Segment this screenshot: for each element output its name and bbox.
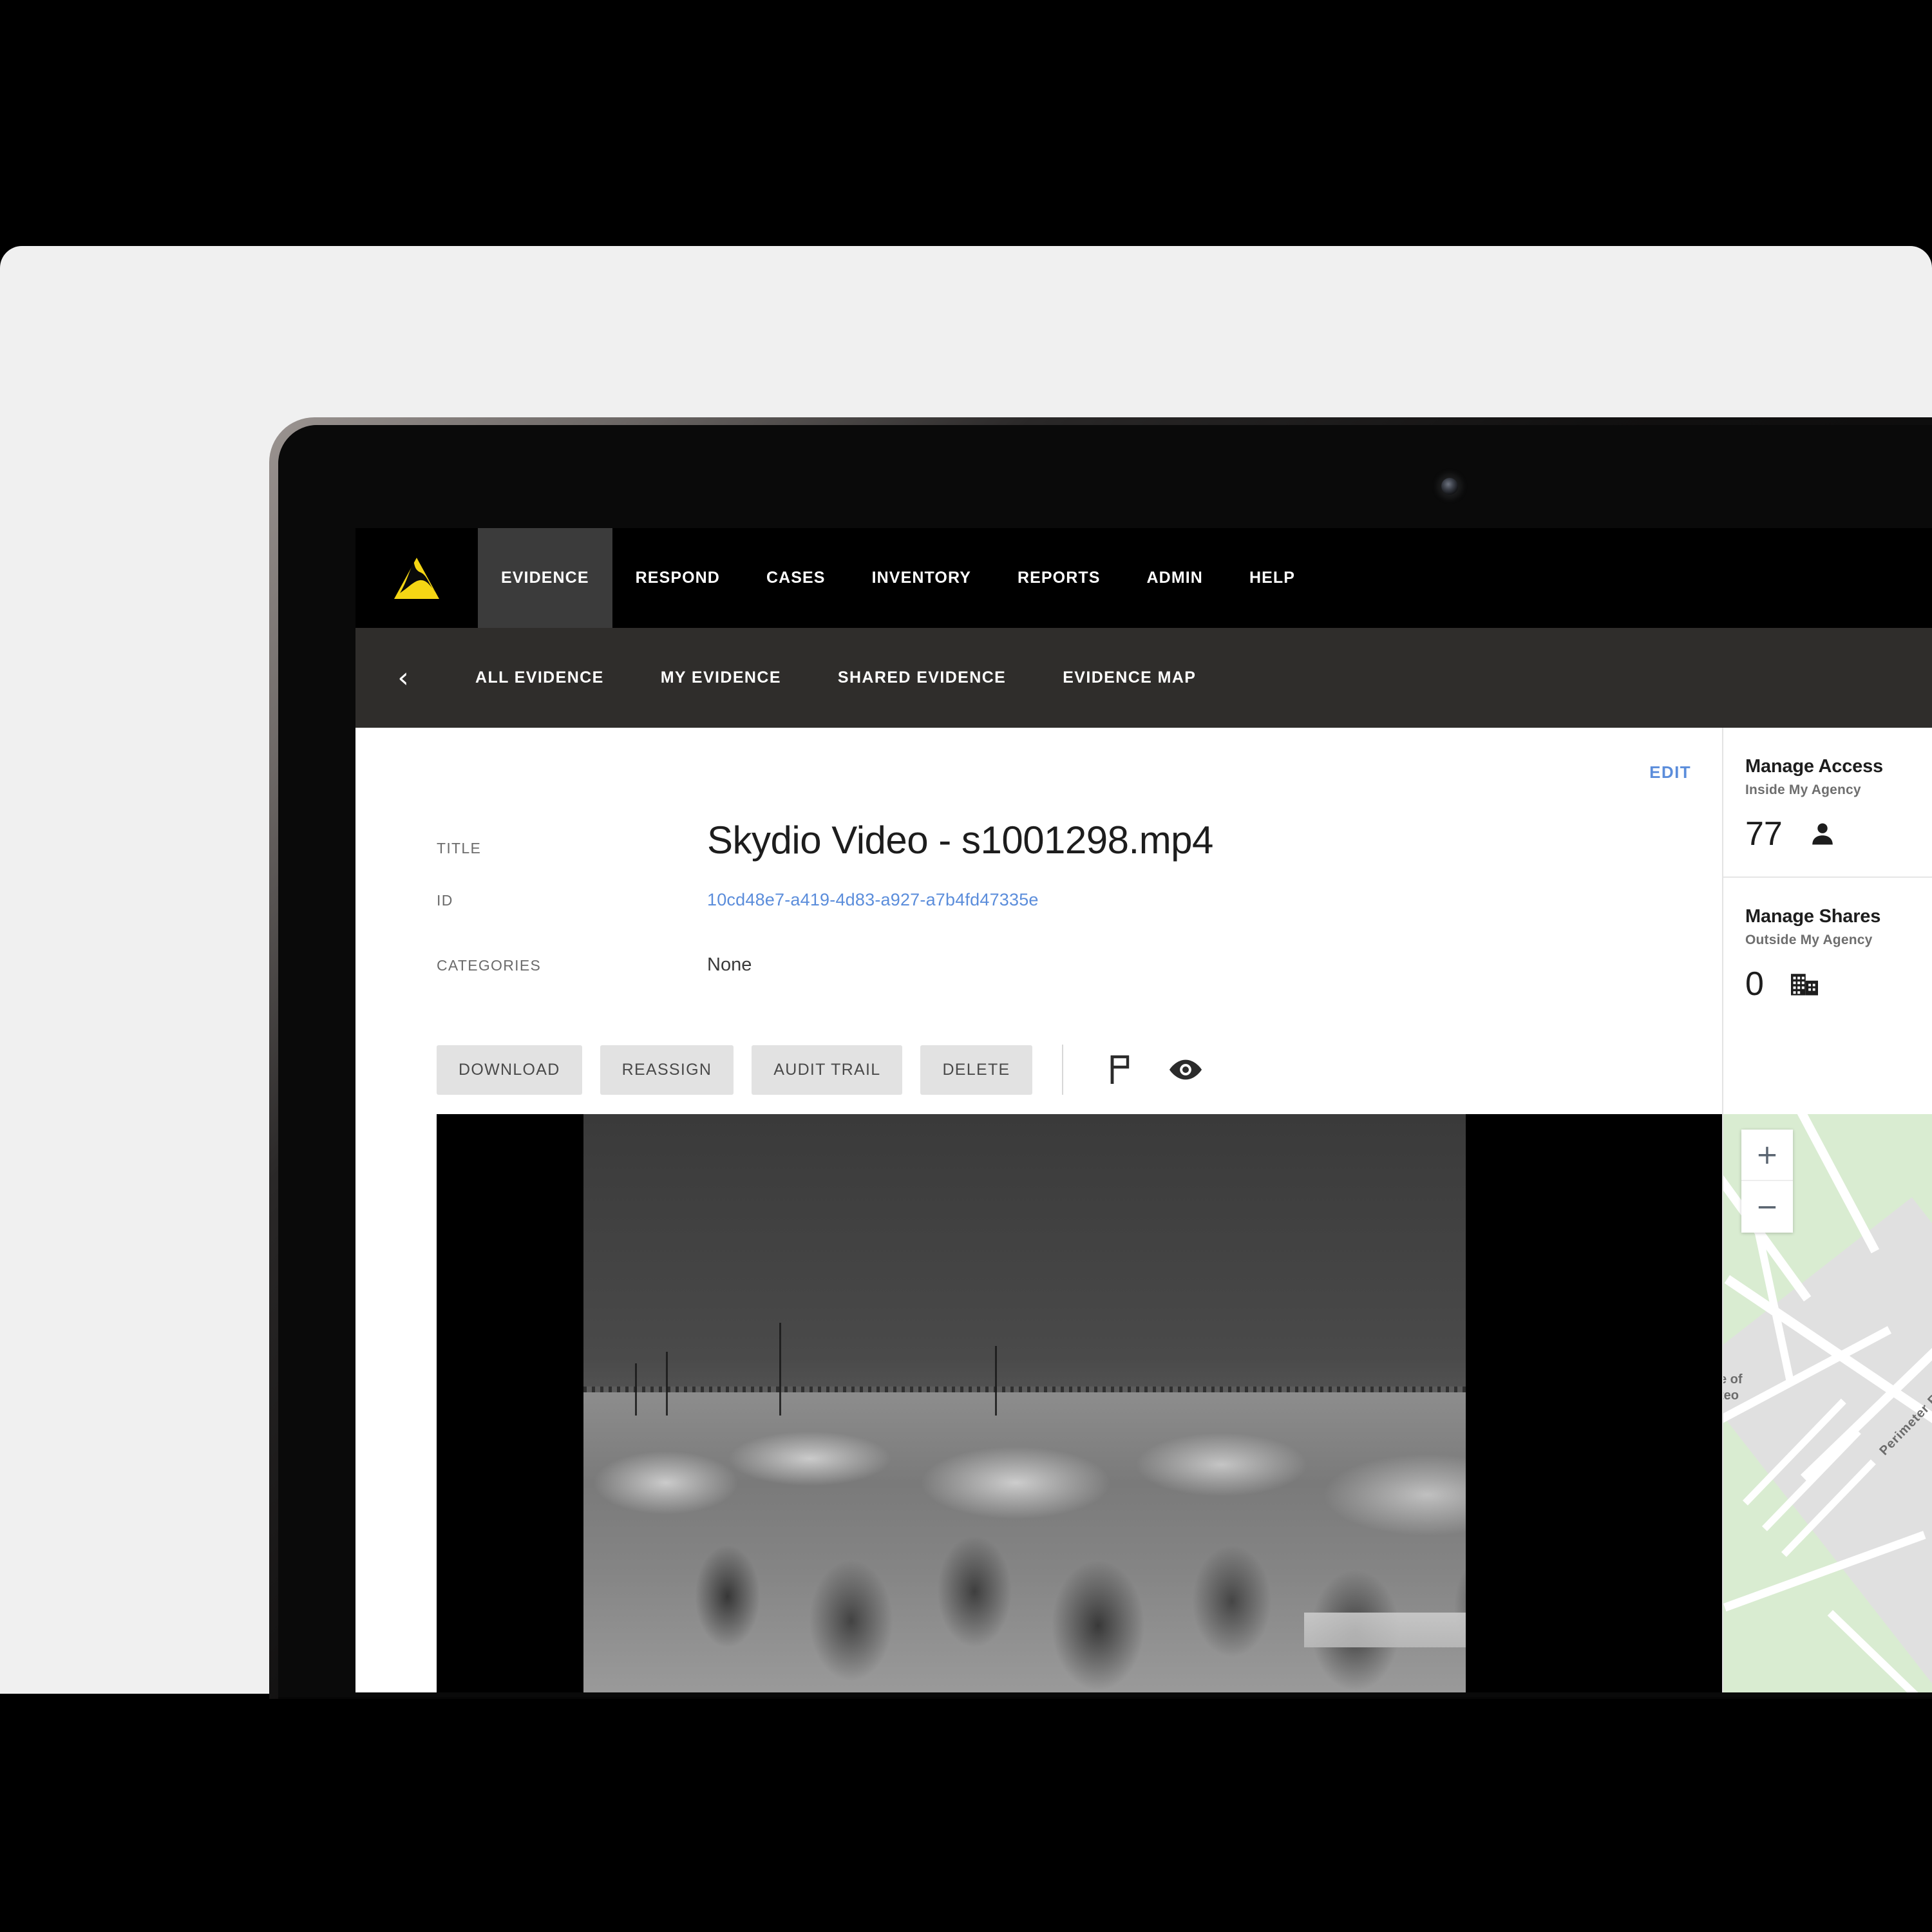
- manage-access-block[interactable]: Manage Access Inside My Agency 77: [1723, 728, 1932, 876]
- flag-icon[interactable]: [1098, 1046, 1144, 1093]
- page-title: Skydio Video - s1001298.mp4: [707, 819, 1213, 862]
- nav-label: REPORTS: [1017, 569, 1101, 587]
- metadata-row-id: ID 10cd48e7-a419-4d83-a927-a7b4fd47335e: [437, 890, 1722, 954]
- map-zoom-in-button[interactable]: +: [1741, 1130, 1793, 1181]
- reassign-button[interactable]: REASSIGN: [600, 1045, 734, 1095]
- subnav-item-evidence-map[interactable]: EVIDENCE MAP: [1034, 668, 1224, 687]
- video-player[interactable]: [437, 1114, 1725, 1692]
- map-zoom-controls: + −: [1741, 1130, 1793, 1233]
- location-map[interactable]: + − e ofteo Perimeter Rd: [1723, 1114, 1932, 1692]
- field-label: CATEGORIES: [437, 957, 542, 974]
- content-area: EDIT TITLE Skydio Video - s1001298.mp4 I…: [355, 728, 1932, 1692]
- secondary-navbar: ‹ ALL EVIDENCE MY EVIDENCE SHARED EVIDEN…: [355, 628, 1932, 728]
- access-sidebar: Manage Access Inside My Agency 77 Manage…: [1722, 728, 1932, 1692]
- audit-trail-button[interactable]: AUDIT TRAIL: [752, 1045, 903, 1095]
- manage-access-title: Manage Access: [1745, 756, 1883, 777]
- delete-button[interactable]: DELETE: [920, 1045, 1032, 1095]
- brand-logo-cell[interactable]: [355, 528, 478, 628]
- toolbar-divider: [1061, 1045, 1063, 1095]
- nav-item-evidence[interactable]: EVIDENCE: [478, 528, 612, 628]
- axon-triangle-logo-icon: [392, 556, 442, 601]
- action-toolbar: DOWNLOAD REASSIGN AUDIT TRAIL DELETE: [355, 1045, 1722, 1095]
- subnav-label: ALL EVIDENCE: [475, 668, 604, 687]
- nav-label: HELP: [1249, 569, 1296, 587]
- video-mast: [995, 1346, 998, 1416]
- field-label: TITLE: [437, 840, 482, 857]
- video-treeline: [583, 1450, 1613, 1692]
- manage-shares-block[interactable]: Manage Shares Outside My Agency 0: [1723, 876, 1932, 1027]
- subnav-label: EVIDENCE MAP: [1063, 668, 1197, 687]
- metadata-list: TITLE Skydio Video - s1001298.mp4 ID 10c…: [355, 728, 1722, 1016]
- subnav-item-all-evidence[interactable]: ALL EVIDENCE: [447, 668, 632, 687]
- nav-label: ADMIN: [1146, 569, 1203, 587]
- video-mast: [634, 1363, 637, 1416]
- manage-shares-count-row: 0: [1745, 965, 1932, 1003]
- manage-shares-subtitle: Outside My Agency: [1745, 933, 1873, 947]
- manage-access-subtitle: Inside My Agency: [1745, 782, 1861, 797]
- eye-icon[interactable]: [1162, 1046, 1209, 1093]
- nav-item-respond[interactable]: RESPOND: [612, 528, 743, 628]
- nav-item-admin[interactable]: ADMIN: [1124, 528, 1226, 628]
- nav-item-reports[interactable]: REPORTS: [994, 528, 1124, 628]
- subnav-item-my-evidence[interactable]: MY EVIDENCE: [632, 668, 810, 687]
- map-road: [1792, 1114, 1880, 1254]
- map-label-college: e ofteo: [1723, 1372, 1743, 1403]
- screen: EVIDENCE RESPOND CASES INVENTORY REPORTS…: [355, 528, 1932, 1692]
- nav-label: RESPOND: [635, 569, 720, 587]
- webcam-icon: [1441, 478, 1458, 495]
- manage-shares-count: 0: [1745, 965, 1764, 1003]
- nav-label: EVIDENCE: [501, 569, 589, 587]
- video-mast: [665, 1352, 668, 1416]
- detail-main-column: EDIT TITLE Skydio Video - s1001298.mp4 I…: [355, 728, 1725, 1692]
- photo-canvas: EVIDENCE RESPOND CASES INVENTORY REPORTS…: [0, 0, 1932, 1932]
- nav-item-help[interactable]: HELP: [1226, 528, 1318, 628]
- categories-value: None: [707, 954, 752, 975]
- nav-item-inventory[interactable]: INVENTORY: [849, 528, 994, 628]
- building-icon: [1790, 969, 1819, 999]
- evidence-id-link[interactable]: 10cd48e7-a419-4d83-a927-a7b4fd47335e: [707, 890, 1039, 910]
- video-frame: [583, 1114, 1613, 1692]
- metadata-row-categories: CATEGORIES None: [437, 954, 1722, 1016]
- chevron-left-icon[interactable]: ‹: [384, 659, 422, 697]
- nav-item-cases[interactable]: CASES: [743, 528, 849, 628]
- map-zoom-out-button[interactable]: −: [1741, 1181, 1793, 1233]
- download-button[interactable]: DOWNLOAD: [437, 1045, 582, 1095]
- nav-label: CASES: [766, 569, 826, 587]
- video-mast: [779, 1323, 781, 1416]
- subnav-label: SHARED EVIDENCE: [837, 668, 1007, 687]
- subnav-item-shared-evidence[interactable]: SHARED EVIDENCE: [810, 668, 1034, 687]
- field-label: ID: [437, 892, 453, 909]
- manage-shares-title: Manage Shares: [1745, 906, 1881, 927]
- person-icon: [1808, 819, 1838, 849]
- subnav-label: MY EVIDENCE: [660, 668, 781, 687]
- primary-navbar: EVIDENCE RESPOND CASES INVENTORY REPORTS…: [355, 528, 1932, 628]
- video-letterbox-left: [437, 1114, 583, 1692]
- edit-button[interactable]: EDIT: [1649, 762, 1691, 782]
- nav-label: INVENTORY: [871, 569, 971, 587]
- metadata-row-title: TITLE Skydio Video - s1001298.mp4: [437, 818, 1722, 890]
- primary-nav-items: EVIDENCE RESPOND CASES INVENTORY REPORTS…: [478, 528, 1318, 628]
- video-letterbox-right: [1466, 1114, 1613, 1692]
- manage-access-count-row: 77: [1745, 815, 1932, 853]
- manage-access-count: 77: [1745, 815, 1783, 853]
